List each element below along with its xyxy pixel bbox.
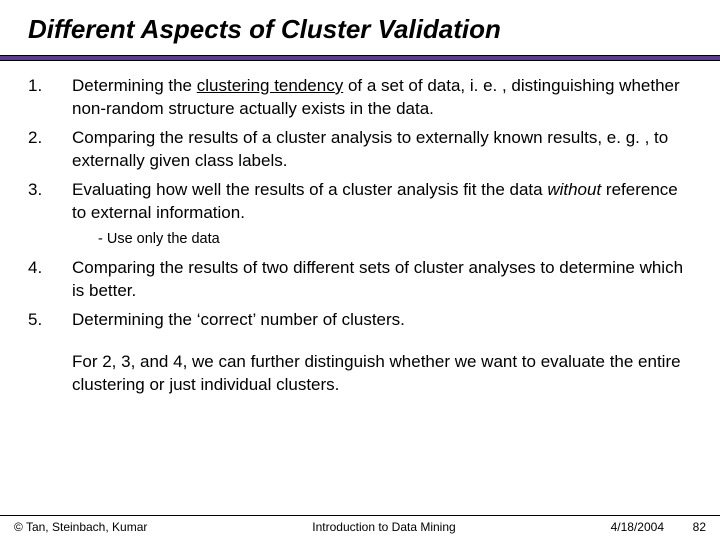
item-text: Comparing the results of a cluster analy… [72, 127, 686, 173]
slide: Different Aspects of Cluster Validation … [0, 0, 720, 540]
footer-date: 4/18/2004 [554, 520, 664, 534]
item-number: 2. [28, 127, 72, 173]
item-text: Determining the clustering tendency of a… [72, 75, 686, 121]
list-item: 1. Determining the clustering tendency o… [28, 75, 686, 121]
closing-paragraph: For 2, 3, and 4, we can further distingu… [72, 351, 686, 397]
text-pre: Determining the [72, 76, 197, 95]
item-text: Comparing the results of two different s… [72, 257, 686, 303]
list-item: 4. Comparing the results of two differen… [28, 257, 686, 303]
slide-body: 1. Determining the clustering tendency o… [24, 75, 696, 397]
list-item: 3. Evaluating how well the results of a … [28, 179, 686, 225]
item-number: 1. [28, 75, 72, 121]
title-underline [0, 55, 720, 61]
footer-course: Introduction to Data Mining [214, 520, 554, 534]
slide-footer: © Tan, Steinbach, Kumar Introduction to … [0, 515, 720, 534]
list-item: 5. Determining the ‘correct’ number of c… [28, 309, 686, 332]
footer-copyright: © Tan, Steinbach, Kumar [14, 520, 214, 534]
sub-bullet: - Use only the data [98, 231, 686, 247]
item-text: Evaluating how well the results of a clu… [72, 179, 686, 225]
text-underline: clustering tendency [197, 76, 343, 95]
list-item: 2. Comparing the results of a cluster an… [28, 127, 686, 173]
text-pre: Evaluating how well the results of a clu… [72, 180, 547, 199]
footer-page-number: 82 [664, 520, 706, 534]
item-number: 4. [28, 257, 72, 303]
item-number: 5. [28, 309, 72, 332]
item-text: Determining the ‘correct’ number of clus… [72, 309, 686, 332]
item-number: 3. [28, 179, 72, 225]
slide-title: Different Aspects of Cluster Validation [24, 14, 696, 45]
text-italic: without [547, 180, 601, 199]
